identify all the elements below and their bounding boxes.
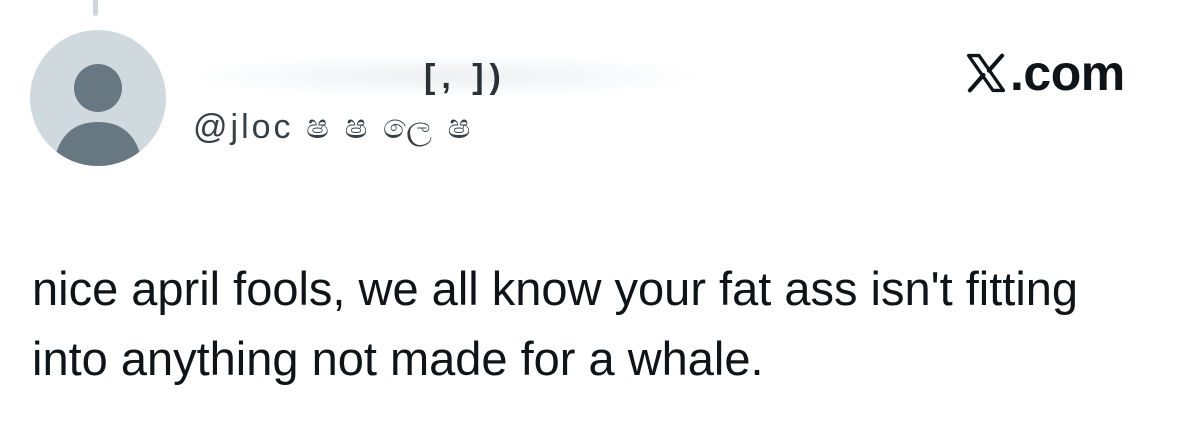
avatar[interactable] xyxy=(30,30,166,166)
x-logo-domain: .com xyxy=(1010,45,1125,101)
x-com-logo: .com xyxy=(964,45,1125,101)
display-name[interactable]: [, ]) xyxy=(196,42,736,100)
default-avatar-icon xyxy=(53,64,143,166)
user-handle[interactable]: @jloc ෂ ෂ ලෙ ෂ xyxy=(193,108,473,147)
tweet-text: nice april fools, we all know your fat a… xyxy=(32,262,1079,385)
display-name-text: [, ]) xyxy=(424,58,507,96)
x-logo-icon xyxy=(966,53,1006,93)
thread-connector-line xyxy=(93,0,98,16)
